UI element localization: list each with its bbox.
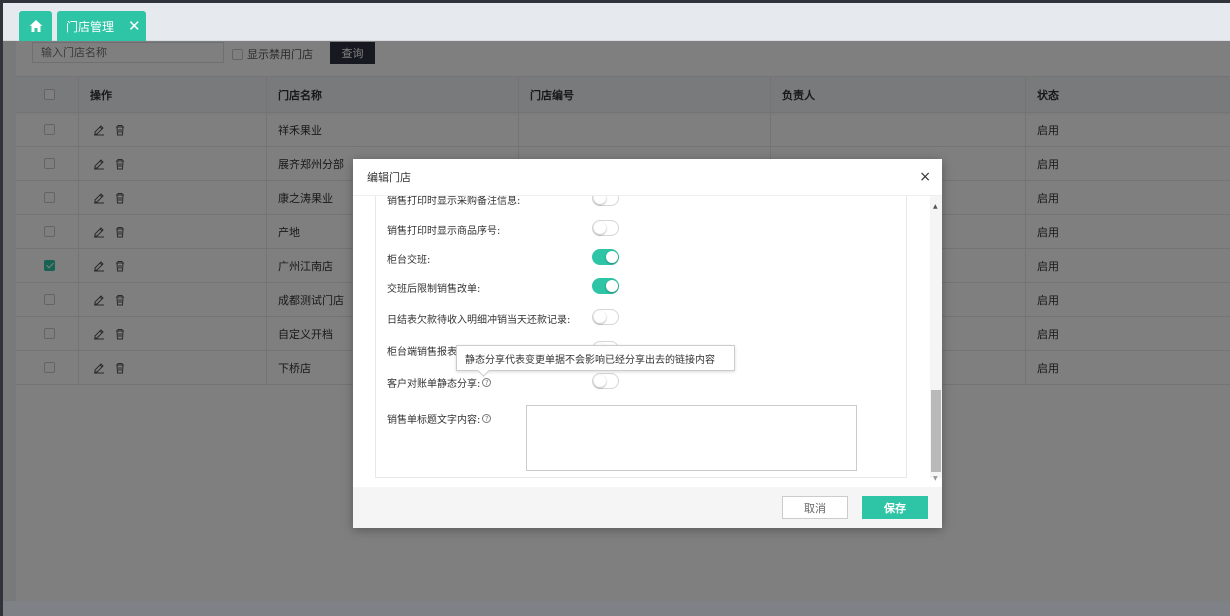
- setting-label: 柜台交班:: [387, 255, 431, 266]
- close-icon[interactable]: ×: [919, 169, 931, 185]
- setting-toggle[interactable]: [592, 278, 619, 294]
- scroll-up-arrow-icon[interactable]: ▲: [933, 203, 938, 210]
- scroll-thumb[interactable]: [931, 390, 941, 472]
- help-icon[interactable]: ?: [482, 414, 492, 423]
- dialog-title: 编辑门店: [367, 171, 411, 184]
- setting-label: 柜台端销售报表: [387, 347, 457, 358]
- title-text-textarea[interactable]: [526, 405, 857, 471]
- tab-store-management[interactable]: 门店管理 ✕: [57, 11, 146, 41]
- tab-bar: 门店管理 ✕: [3, 3, 1230, 41]
- setting-toggle[interactable]: [592, 220, 619, 236]
- help-icon[interactable]: ?: [482, 378, 492, 387]
- setting-label: 客户对账单静态分享:?: [387, 375, 492, 390]
- edit-store-dialog: 编辑门店 × 销售单标题文字内容:? 销售打印时显示采购备注信息: 销售打印时显示…: [353, 159, 942, 528]
- tab-close-icon[interactable]: ✕: [128, 17, 141, 35]
- setting-label: 交班后限制销售改单:: [387, 284, 481, 295]
- save-button[interactable]: 保存: [862, 496, 928, 519]
- setting-label: 日结表欠款待收入明细冲销当天还款记录:: [387, 315, 571, 326]
- setting-label: 销售打印时显示采购备注信息:: [387, 196, 521, 207]
- home-tab[interactable]: [19, 11, 52, 41]
- dialog-body: 销售单标题文字内容:? 销售打印时显示采购备注信息: 销售打印时显示商品序号: 柜台…: [375, 196, 907, 478]
- setting-toggle[interactable]: [592, 373, 619, 389]
- dialog-scrollbar[interactable]: ▲ ▼: [930, 196, 942, 482]
- dialog-header: 编辑门店 ×: [353, 159, 942, 196]
- tab-label: 门店管理: [66, 19, 115, 34]
- cancel-button[interactable]: 取消: [782, 496, 848, 519]
- setting-toggle[interactable]: [592, 309, 619, 325]
- setting-toggle[interactable]: [592, 196, 619, 206]
- home-icon: [29, 20, 42, 32]
- bottom-bar: [3, 601, 1230, 616]
- title-text-field-label: 销售单标题文字内容:?: [387, 411, 492, 426]
- setting-label: 销售打印时显示商品序号:: [387, 226, 501, 237]
- setting-toggle[interactable]: [592, 249, 619, 265]
- dialog-footer: 取消 保存: [353, 487, 942, 528]
- static-share-tooltip: 静态分享代表变更单据不会影响已经分享出去的链接内容: [456, 345, 735, 371]
- scroll-down-arrow-icon[interactable]: ▼: [933, 475, 938, 482]
